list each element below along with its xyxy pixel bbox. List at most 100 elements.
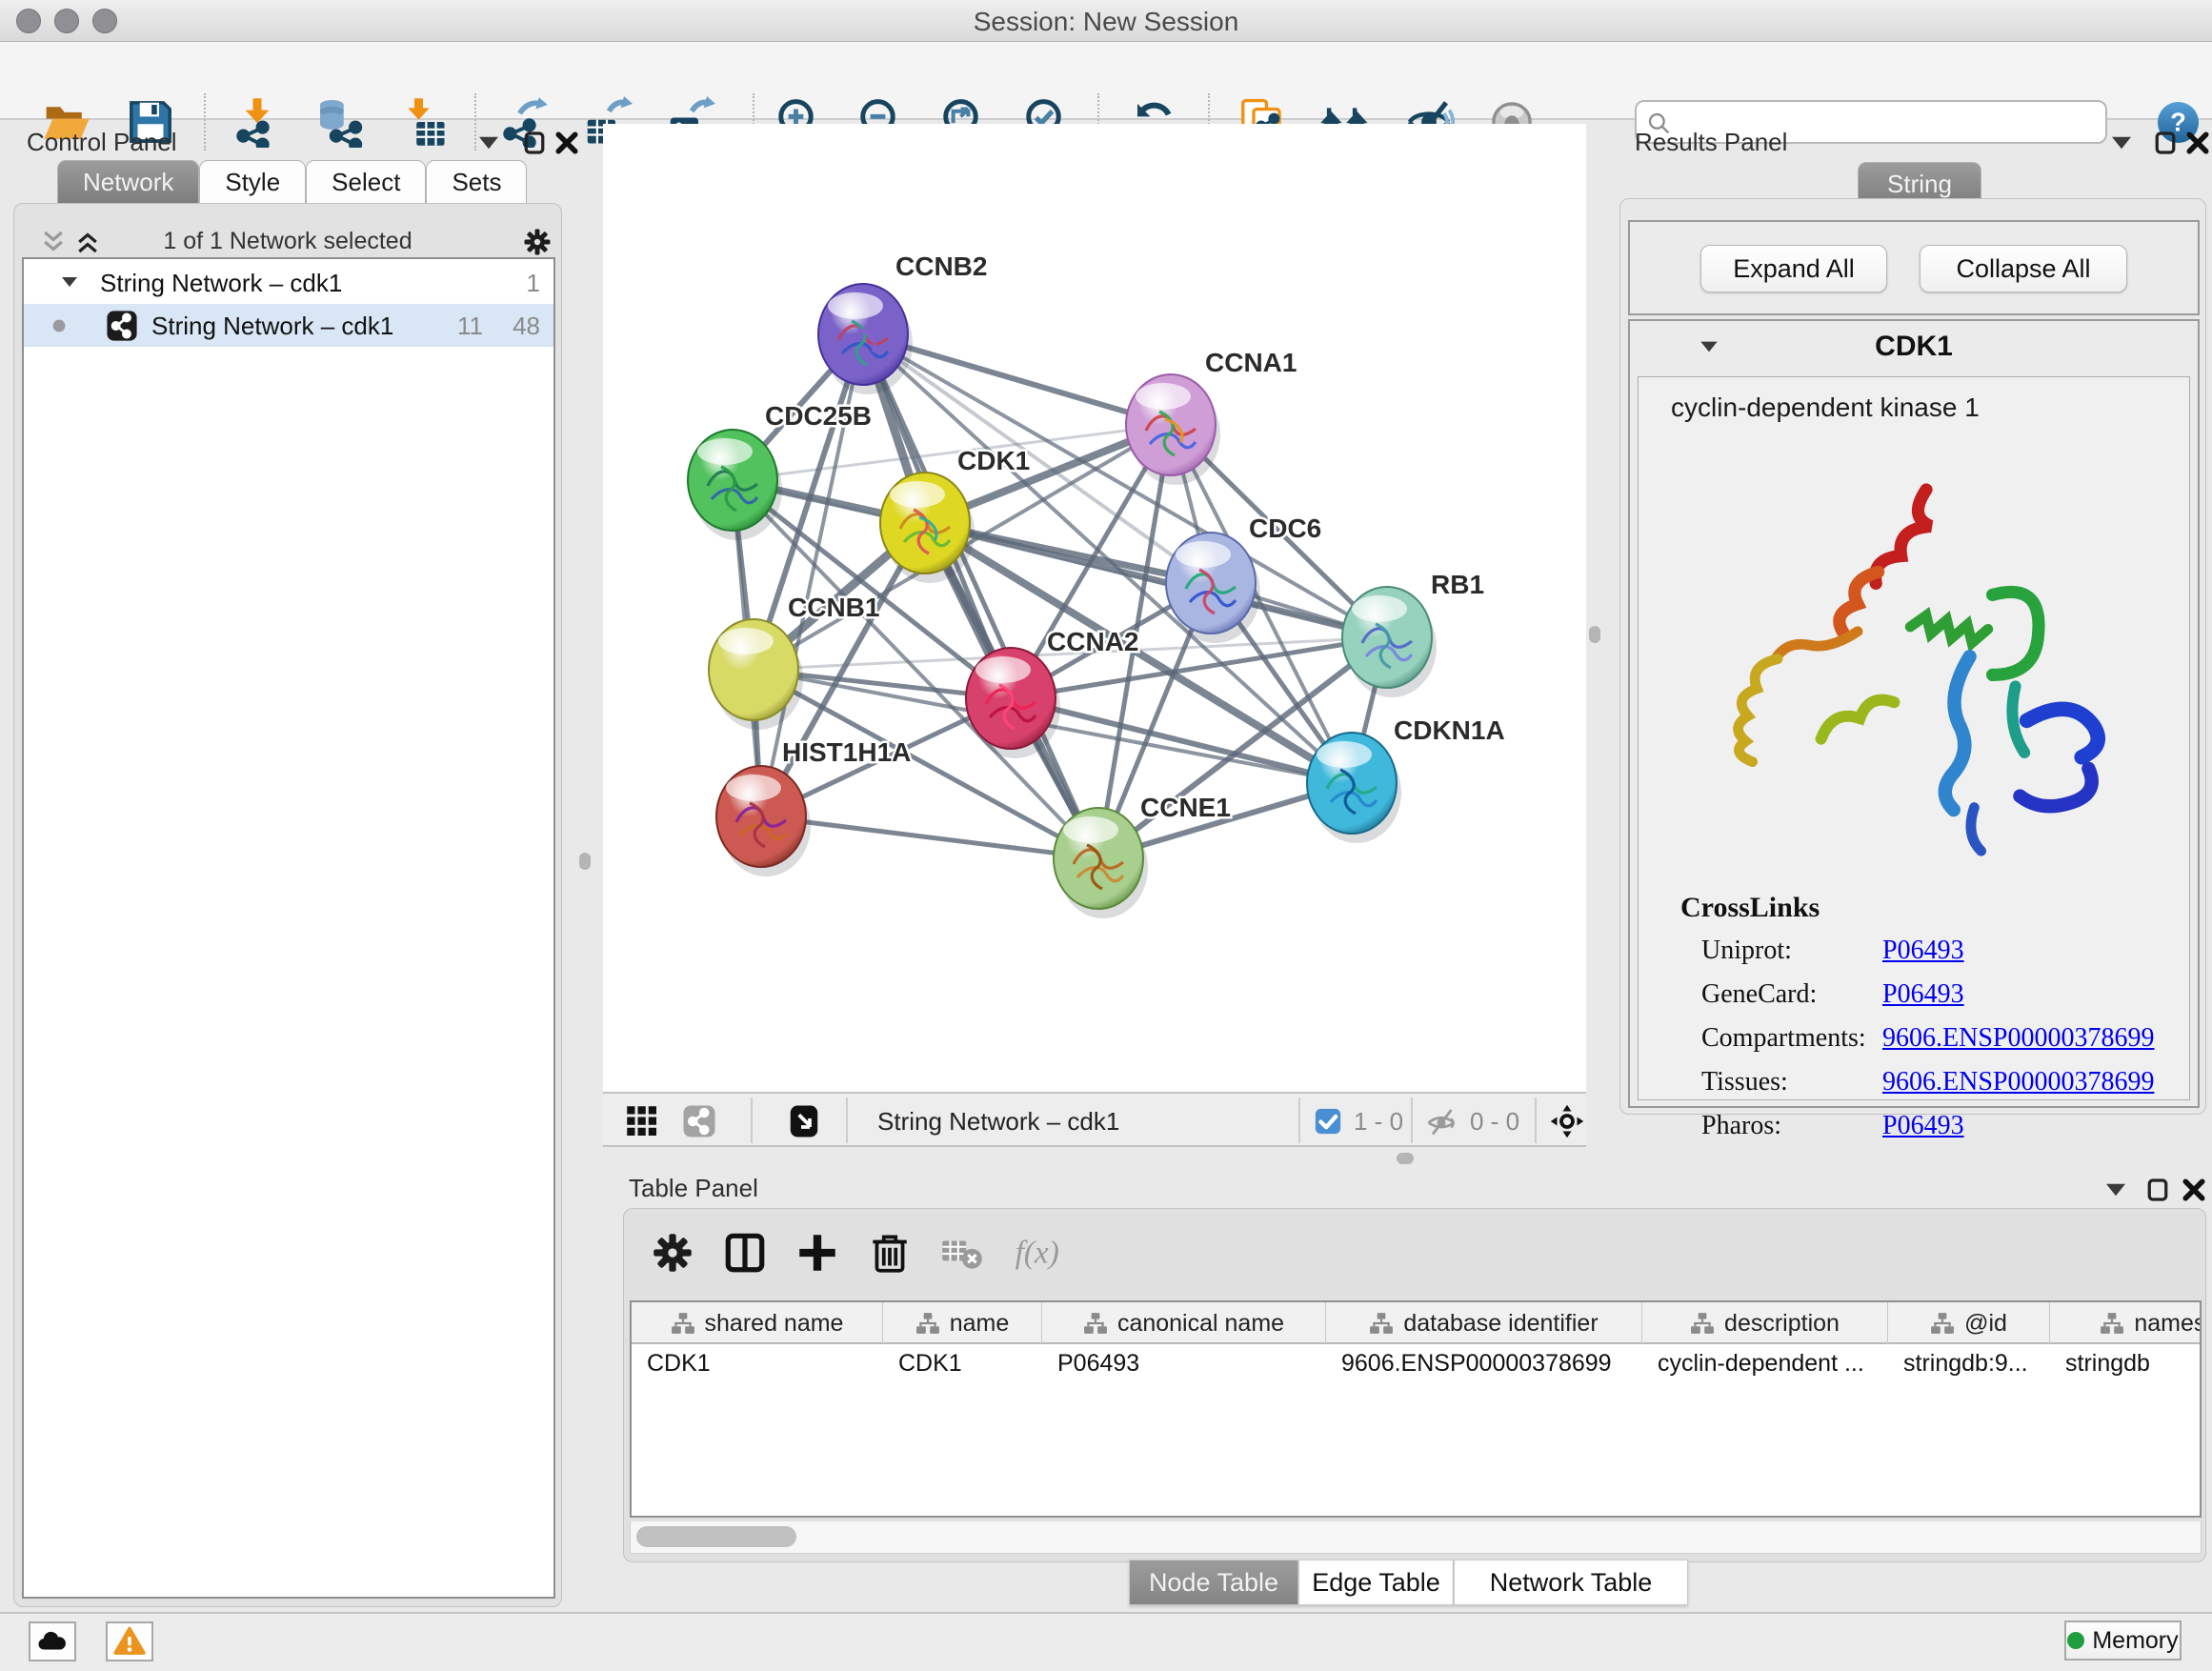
columns-icon[interactable] (721, 1229, 769, 1277)
network-node-CCNB2[interactable]: CCNB2 (818, 252, 987, 394)
cloud-icon (30, 1625, 74, 1658)
panel-close-icon[interactable] (2180, 1176, 2208, 1204)
network-collection-row[interactable]: String Network – cdk1 1 (24, 261, 553, 304)
tab-select[interactable]: Select (306, 160, 426, 204)
network-node-CCNA1[interactable]: CCNA1 (1126, 348, 1297, 485)
panel-menu-icon[interactable] (474, 129, 503, 157)
column-header-namespace[interactable]: namespace (2050, 1302, 2202, 1344)
table-toolbar: f(x) (649, 1226, 1087, 1279)
crosslinks-list: Uniprot:P06493GeneCard:P06493Compartment… (1701, 936, 2178, 1155)
table-header-row: shared namenamecanonical namedatabase id… (632, 1302, 2202, 1344)
table-cell[interactable]: stringdb (2050, 1344, 2202, 1384)
crosslink-label: Uniprot: (1701, 936, 1882, 966)
function-builder-icon: f(x) (1011, 1229, 1087, 1277)
network-node-CCNB1[interactable]: CCNB1 (709, 593, 879, 730)
node-label: CCNB1 (788, 593, 879, 622)
netbar-separator (751, 1097, 753, 1143)
horizontal-splitter-handle[interactable] (1397, 1153, 1414, 1164)
column-type-icon (1083, 1311, 1108, 1336)
crosslink-link[interactable]: P06493 (1882, 979, 1964, 1009)
table-cell[interactable]: 9606.ENSP00000378699 (1326, 1344, 1642, 1384)
column-header-at-id[interactable]: @id (1888, 1302, 2050, 1344)
network-row[interactable]: String Network – cdk1 11 48 (24, 304, 553, 347)
column-type-icon (1930, 1311, 1955, 1336)
crosslink-label: Tissues: (1701, 1067, 1882, 1097)
add-column-icon[interactable] (794, 1229, 841, 1277)
table-horizontal-scrollbar[interactable] (630, 1521, 2202, 1554)
column-header-description[interactable]: description (1642, 1302, 1888, 1344)
table-cell[interactable]: CDK1 (632, 1344, 883, 1384)
tab-sets[interactable]: Sets (426, 160, 527, 204)
control-panel-title: Control Panel (27, 128, 177, 157)
scrollbar-thumb[interactable] (636, 1526, 796, 1547)
panel-close-icon[interactable] (553, 129, 581, 157)
table-cell[interactable]: CDK1 (883, 1344, 1042, 1384)
expand-collapse-box: Expand All Collapse All (1628, 220, 2200, 315)
table-cell[interactable]: stringdb:9... (1888, 1344, 2050, 1384)
panel-float-icon[interactable] (520, 129, 549, 157)
selected-counts: 1 - 0 (1354, 1107, 1403, 1137)
gene-description: cyclin-dependent kinase 1 (1671, 393, 1980, 423)
network-node-RB1[interactable]: RB1 (1342, 570, 1484, 697)
table-cell[interactable]: P06493 (1042, 1344, 1326, 1384)
panel-float-icon[interactable] (2151, 129, 2180, 157)
crosslink-row: Compartments:9606.ENSP00000378699 (1701, 1023, 2178, 1067)
network-node-CDC6[interactable]: CDC6 (1166, 513, 1321, 643)
crosslink-link[interactable]: 9606.ENSP00000378699 (1882, 1023, 2154, 1053)
birdseye-icon[interactable] (1550, 1104, 1584, 1138)
window-title: Session: New Session (0, 7, 2212, 37)
warning-icon (108, 1625, 151, 1658)
crosslinks-title: CrossLinks (1680, 892, 1820, 924)
grid-view-icon[interactable] (625, 1104, 659, 1138)
panel-float-icon[interactable] (2143, 1176, 2172, 1204)
panel-menu-icon[interactable] (2107, 129, 2136, 157)
crosslink-row: GeneCard:P06493 (1701, 979, 2178, 1023)
panel-menu-icon[interactable] (2101, 1176, 2130, 1204)
tab-edge-table[interactable]: Edge Table (1298, 1560, 1454, 1605)
tree-expand-icon[interactable] (58, 271, 81, 293)
left-splitter-handle[interactable] (579, 853, 591, 870)
table-panel: Table Panel f(x) shared namenamecanonica… (617, 1174, 2212, 1608)
tab-network[interactable]: Network (57, 160, 199, 204)
network-selection-status: 1 of 1 Network selected (14, 228, 561, 255)
gear-icon[interactable] (649, 1229, 696, 1277)
selected-checkbox[interactable] (1314, 1107, 1342, 1136)
expand-all-button[interactable]: Expand All (1700, 245, 1887, 292)
crosslink-row: Tissues:9606.ENSP00000378699 (1701, 1067, 2178, 1111)
tab-style[interactable]: Style (199, 160, 306, 204)
string-network-badge-icon (106, 310, 138, 342)
gene-header-row[interactable]: CDK1 (1630, 321, 2198, 374)
tab-node-table[interactable]: Node Table (1129, 1560, 1298, 1605)
network-collection-label: String Network – cdk1 (100, 269, 342, 298)
collapse-all-button[interactable]: Collapse All (1920, 245, 2127, 292)
network-node-CDKN1A[interactable]: CDKN1A (1307, 715, 1505, 843)
warnings-button[interactable] (106, 1621, 153, 1661)
delete-column-icon[interactable] (866, 1229, 914, 1277)
window-titlebar: Session: New Session (0, 0, 2212, 42)
open-in-new-icon[interactable] (787, 1104, 821, 1138)
crosslink-link[interactable]: 9606.ENSP00000378699 (1882, 1067, 2154, 1097)
cloud-button[interactable] (29, 1621, 76, 1661)
right-splitter-handle[interactable] (1589, 626, 1600, 643)
control-panel-tabs: NetworkStyleSelectSets (57, 160, 527, 204)
table-cell[interactable]: cyclin-dependent ... (1642, 1344, 1888, 1384)
results-panel-title: Results Panel (1635, 128, 1787, 157)
column-header-shared-name[interactable]: shared name (632, 1302, 883, 1344)
network-canvas[interactable]: CCNB2CCNA1CDC25BCDK1CDC6RB1CCNB1CCNA2CDK… (603, 124, 1586, 1092)
node-label: CDKN1A (1394, 715, 1505, 745)
crosslink-link[interactable]: P06493 (1882, 936, 1964, 965)
memory-button[interactable]: Memory (2064, 1621, 2182, 1661)
protein-structure-image (1686, 463, 2143, 882)
table-row[interactable]: CDK1CDK1P064939606.ENSP00000378699cyclin… (632, 1344, 2202, 1384)
network-node-HIST1H1A[interactable]: HIST1H1A (716, 737, 911, 876)
column-header-canonical-name[interactable]: canonical name (1042, 1302, 1326, 1344)
column-header-name[interactable]: name (883, 1302, 1042, 1344)
crosslink-link[interactable]: P06493 (1882, 1111, 1964, 1140)
tab-network-table[interactable]: Network Table (1454, 1560, 1688, 1605)
panel-close-icon[interactable] (2183, 129, 2212, 157)
network-options-gear-icon[interactable] (521, 226, 553, 258)
network-edge-count: 48 (513, 312, 540, 341)
share-view-icon[interactable] (682, 1104, 716, 1138)
column-header-database-identifier[interactable]: database identifier (1326, 1302, 1642, 1344)
network-node-CCNE1[interactable]: CCNE1 (1054, 793, 1231, 918)
